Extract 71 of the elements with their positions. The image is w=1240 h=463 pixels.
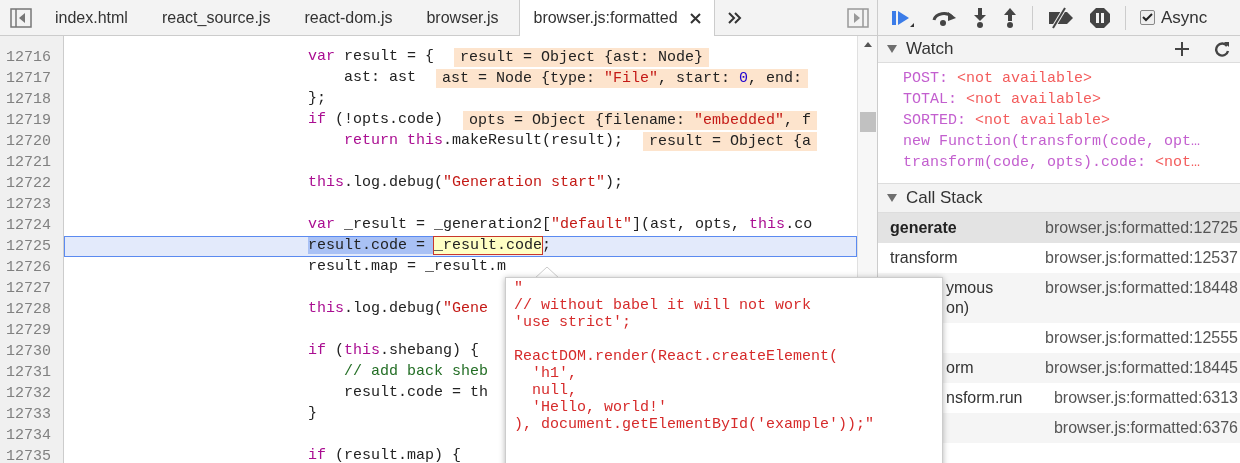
watch-expression[interactable]: POST: <not available> — [878, 68, 1240, 89]
popover-value-text: " // without babel it will not work 'use strict'; ReactDOM.render(React.createElement( 'h1', null, 'Hello, world!' ), document.getElementById('example'));" — [514, 280, 876, 433]
line-number: 12721 — [5, 153, 52, 173]
code-line: result.map = _result.m — [308, 257, 507, 278]
line-number: 12723 — [5, 195, 52, 215]
code-line: this.log.debug("Gene — [308, 299, 489, 320]
section-title: Call Stack — [906, 187, 983, 210]
async-checkbox[interactable]: Async — [1140, 4, 1208, 31]
close-icon[interactable] — [689, 12, 701, 24]
collapse-triangle-icon[interactable] — [886, 192, 898, 204]
add-icon[interactable] — [1174, 41, 1190, 57]
code-line: if (this.shebang) { — [308, 341, 480, 362]
file-tab[interactable]: browser.js — [413, 0, 512, 35]
code-line: var _result = _generation2["default"](ast, opts, this.co — [308, 215, 813, 236]
line-number: 12724 — [5, 216, 52, 236]
line-number: 12719 — [5, 111, 52, 131]
code-line: var result = { — [308, 47, 435, 68]
inline-value: result = Object {ast: Node} — [454, 48, 710, 67]
code-line: }; — [308, 89, 326, 110]
line-number: 12716 — [5, 48, 52, 68]
inline-value: opts = Object {filename: "embedded", f — [463, 111, 818, 130]
section-title: Watch — [906, 38, 954, 61]
inline-value: ast = Node {type: "File", start: 0, end: — [436, 69, 809, 88]
line-number: 12733 — [5, 405, 52, 425]
file-tab[interactable]: react_source.js — [148, 0, 284, 35]
file-tab[interactable]: react-dom.js — [291, 0, 406, 35]
code-line: result.code = _result.code; — [308, 236, 552, 257]
scrollbar-thumb[interactable] — [859, 112, 876, 132]
pause-on-exceptions-icon[interactable] — [1089, 6, 1111, 29]
line-number: 12731 — [5, 363, 52, 383]
code-line: this.log.debug("Generation start"); — [308, 173, 624, 194]
line-number: 12717 — [5, 69, 52, 89]
code-line: ast: ast — [343, 68, 417, 89]
deactivate-breakpoints-icon[interactable] — [1047, 6, 1075, 29]
line-number: 12730 — [5, 342, 52, 362]
line-number: 12718 — [5, 90, 52, 110]
code-line: result.code = th — [343, 383, 489, 404]
line-number: 12728 — [5, 300, 52, 320]
step-into-icon[interactable] — [972, 6, 988, 29]
scroll-up-icon[interactable] — [863, 42, 872, 47]
code-line: return this.makeResult(result); — [343, 131, 624, 152]
toggle-debugger-icon[interactable] — [847, 7, 869, 28]
code-line: if (!opts.code) — [308, 110, 444, 131]
watch-expression[interactable]: SORTED: <not available> — [878, 110, 1240, 131]
inline-value: result = Object {a — [643, 132, 818, 151]
collapse-triangle-icon[interactable] — [886, 43, 898, 55]
line-number: 12734 — [5, 426, 52, 446]
watch-expression[interactable]: transform(code, opts).code: <not… — [878, 152, 1240, 173]
call-stack-frame[interactable]: generate browser.js:formatted:12725 — [878, 213, 1240, 243]
line-number: 12727 — [5, 279, 52, 299]
file-tab[interactable]: browser.js:formatted — [519, 0, 715, 36]
line-number: 12720 — [5, 132, 52, 152]
code-line: if (result.map) { — [308, 446, 462, 463]
step-out-icon[interactable] — [1002, 6, 1018, 29]
section-header[interactable]: Call Stack — [878, 184, 1240, 213]
line-number: 12725 — [5, 237, 52, 257]
toggle-navigator-icon[interactable] — [10, 7, 32, 28]
file-tab[interactable]: index.html — [42, 0, 141, 35]
line-number: 12722 — [5, 174, 52, 194]
watch-expression[interactable]: TOTAL: <not available> — [878, 89, 1240, 110]
code-line: } — [308, 404, 317, 425]
line-number: 12735 — [5, 447, 52, 463]
code-line: // add back sheb — [343, 362, 489, 383]
more-tabs-icon[interactable] — [726, 10, 743, 25]
watch-expression[interactable]: new Function(transform(code, opt… — [878, 131, 1240, 152]
section-header[interactable]: Watch — [878, 36, 1240, 63]
line-number: 12732 — [5, 384, 52, 404]
line-number: 12729 — [5, 321, 52, 341]
checkmark-icon — [1142, 13, 1153, 22]
refresh-icon[interactable] — [1214, 41, 1230, 57]
line-number: 12726 — [5, 258, 52, 278]
